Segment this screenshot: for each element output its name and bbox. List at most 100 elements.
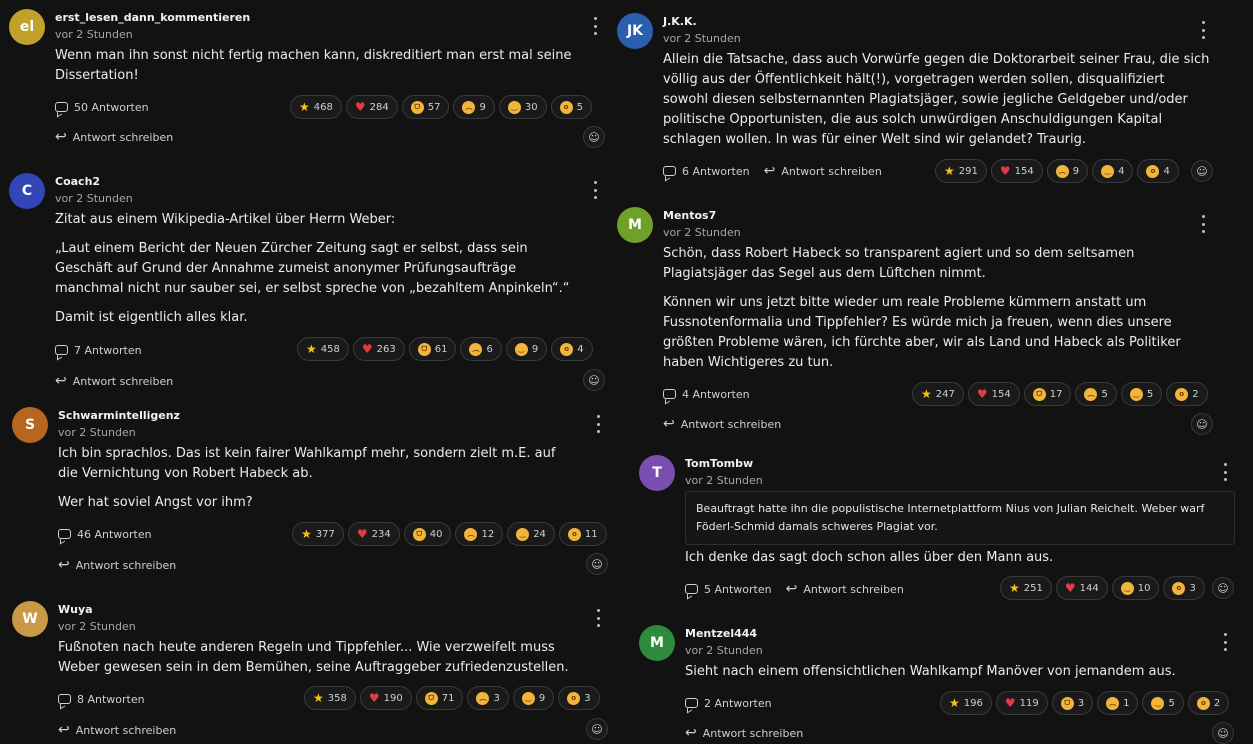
avatar[interactable]: C xyxy=(9,173,45,209)
avatar[interactable]: JK xyxy=(617,13,653,49)
reaction-star[interactable]: ★ 247 xyxy=(912,382,964,406)
comment-actions: ↩ Antwort schreiben xyxy=(58,718,176,742)
reply-button[interactable]: ↩ Antwort schreiben xyxy=(786,582,904,596)
reaction-heart[interactable]: ♥ 119 xyxy=(995,691,1048,715)
author-name[interactable]: Mentos7 xyxy=(663,209,716,222)
avatar[interactable]: el xyxy=(9,9,45,45)
reply-button[interactable]: ↩ Antwort schreiben xyxy=(663,417,781,431)
reaction-smile[interactable]: ‿ 9 xyxy=(512,686,555,710)
add-reaction-icon[interactable]: ☺ xyxy=(1191,160,1213,182)
reaction-star[interactable]: ★ 291 xyxy=(935,159,987,183)
reaction-grin[interactable]: ᗜ3 xyxy=(1051,691,1094,715)
author-name[interactable]: erst_lesen_dann_kommentieren xyxy=(55,11,250,24)
reaction-sad[interactable]: ︵ 9 xyxy=(1046,159,1089,183)
reaction-heart[interactable]: ♥ 154 xyxy=(967,382,1020,406)
more-options-icon[interactable] xyxy=(1197,21,1209,39)
avatar[interactable]: M xyxy=(639,625,675,661)
reaction-count: 251 xyxy=(1023,582,1043,594)
reaction-sad[interactable]: ︵ 6 xyxy=(460,337,502,361)
reaction-heart[interactable]: ♥ 263 xyxy=(352,337,405,361)
reaction-heart[interactable]: ♥ 144 xyxy=(1055,576,1108,600)
reaction-grin[interactable]: ᗜ 61 xyxy=(408,337,457,361)
reaction-grin[interactable]: ᗜ 17 xyxy=(1023,382,1072,406)
add-reaction-icon[interactable]: ☺ xyxy=(583,126,605,148)
reaction-count: 468 xyxy=(313,101,333,113)
reply-button[interactable]: ↩ Antwort schreiben xyxy=(58,723,176,737)
reaction-smile[interactable]: ‿ 9 xyxy=(505,337,548,361)
reaction-star[interactable]: ★ 251 xyxy=(1000,576,1052,600)
reaction-sad[interactable]: ︵ 9 xyxy=(453,95,495,119)
add-reaction-icon[interactable]: ☺ xyxy=(583,369,605,391)
reaction-heart[interactable]: ♥ 190 xyxy=(359,686,412,710)
replies-button[interactable]: 46 Antworten xyxy=(58,528,152,541)
replies-button[interactable]: 2 Antworten xyxy=(685,697,772,710)
reaction-sad[interactable]: ︵ 12 xyxy=(455,522,504,546)
reaction-wow[interactable]: o2 xyxy=(1166,382,1208,406)
reaction-grin[interactable]: ᗜ 40 xyxy=(403,522,452,546)
wow-emoji-icon: o xyxy=(559,100,573,114)
reaction-star[interactable]: ★ 458 xyxy=(297,337,349,361)
reply-arrow-icon: ↩ xyxy=(685,725,697,741)
replies-button[interactable]: 4 Antworten xyxy=(663,388,750,401)
more-options-icon[interactable] xyxy=(592,609,604,627)
replies-button[interactable]: 7 Antworten xyxy=(55,344,142,357)
more-options-icon[interactable] xyxy=(589,17,601,35)
reaction-star[interactable]: ★ 468 xyxy=(290,95,342,119)
author-name[interactable]: Coach2 xyxy=(55,175,100,188)
reaction-grin[interactable]: ᗜ 71 xyxy=(415,686,464,710)
more-options-icon[interactable] xyxy=(1219,463,1231,481)
replies-button[interactable]: 5 Antworten xyxy=(685,583,772,596)
reaction-grin[interactable]: ᗜ 57 xyxy=(401,95,450,119)
author-name[interactable]: J.K.K. xyxy=(663,15,697,28)
reaction-smile[interactable]: ‿ 4 xyxy=(1092,159,1134,183)
reaction-smile[interactable]: ‿ 5 xyxy=(1120,382,1163,406)
replies-button[interactable]: 50 Antworten xyxy=(55,101,149,114)
author-name[interactable]: Wuya xyxy=(58,603,93,616)
avatar[interactable]: W xyxy=(12,601,48,637)
reaction-wow[interactable]: o5 xyxy=(550,95,592,119)
author-name[interactable]: Mentzel444 xyxy=(685,627,757,640)
add-reaction-icon[interactable]: ☺ xyxy=(1191,413,1213,435)
reaction-smile[interactable]: ‿ 10 xyxy=(1111,576,1160,600)
reaction-smile[interactable]: ‿ 30 xyxy=(498,95,547,119)
replies-button[interactable]: 6 Antworten xyxy=(663,165,750,178)
reply-button[interactable]: ↩ Antwort schreiben xyxy=(55,130,173,144)
more-options-icon[interactable] xyxy=(1219,633,1231,651)
reply-button[interactable]: ↩ Antwort schreiben xyxy=(58,558,176,572)
reaction-smile[interactable]: ‿ 24 xyxy=(507,522,555,546)
avatar[interactable]: S xyxy=(12,407,48,443)
add-reaction-icon[interactable]: ☺ xyxy=(586,718,608,740)
reaction-star[interactable]: ★ 377 xyxy=(292,522,344,546)
add-reaction-icon[interactable]: ☺ xyxy=(1212,577,1234,599)
reaction-heart[interactable]: ♥ 154 xyxy=(990,159,1043,183)
reply-button[interactable]: ↩ Antwort schreiben xyxy=(764,164,882,178)
author-name[interactable]: TomTombw xyxy=(685,457,753,470)
comment: el erst_lesen_dann_kommentieren vor 2 St… xyxy=(9,9,609,159)
reaction-sad[interactable]: ︵ 3 xyxy=(467,686,509,710)
reaction-wow[interactable]: o 11 xyxy=(558,522,607,546)
reaction-sad[interactable]: ︵ 5 xyxy=(1075,382,1117,406)
reaction-count: 10 xyxy=(1137,582,1151,594)
more-options-icon[interactable] xyxy=(1197,215,1209,233)
more-options-icon[interactable] xyxy=(592,415,604,433)
reaction-wow[interactable]: o3 xyxy=(558,686,600,710)
reaction-wow[interactable]: o4 xyxy=(551,337,593,361)
reaction-star[interactable]: ★ 358 xyxy=(304,686,356,710)
avatar[interactable]: M xyxy=(617,207,653,243)
reaction-heart[interactable]: ♥ 284 xyxy=(345,95,398,119)
reaction-smile[interactable]: ‿ 5 xyxy=(1142,691,1184,715)
avatar[interactable]: T xyxy=(639,455,675,491)
reaction-star[interactable]: ★ 196 xyxy=(940,691,992,715)
reply-button[interactable]: ↩ Antwort schreiben xyxy=(685,726,803,740)
reaction-heart[interactable]: ♥ 234 xyxy=(347,522,400,546)
reaction-wow[interactable]: o3 xyxy=(1163,576,1205,600)
reaction-wow[interactable]: o2 xyxy=(1187,691,1230,715)
add-reaction-icon[interactable]: ☺ xyxy=(586,553,608,575)
reaction-wow[interactable]: o4 xyxy=(1137,159,1179,183)
reaction-sad[interactable]: ︵ 1 xyxy=(1097,691,1139,715)
reply-button[interactable]: ↩ Antwort schreiben xyxy=(55,374,173,388)
author-name[interactable]: Schwarmintelligenz xyxy=(58,409,180,422)
add-reaction-icon[interactable]: ☺ xyxy=(1212,722,1234,744)
more-options-icon[interactable] xyxy=(589,181,601,199)
replies-button[interactable]: 8 Antworten xyxy=(58,693,145,706)
